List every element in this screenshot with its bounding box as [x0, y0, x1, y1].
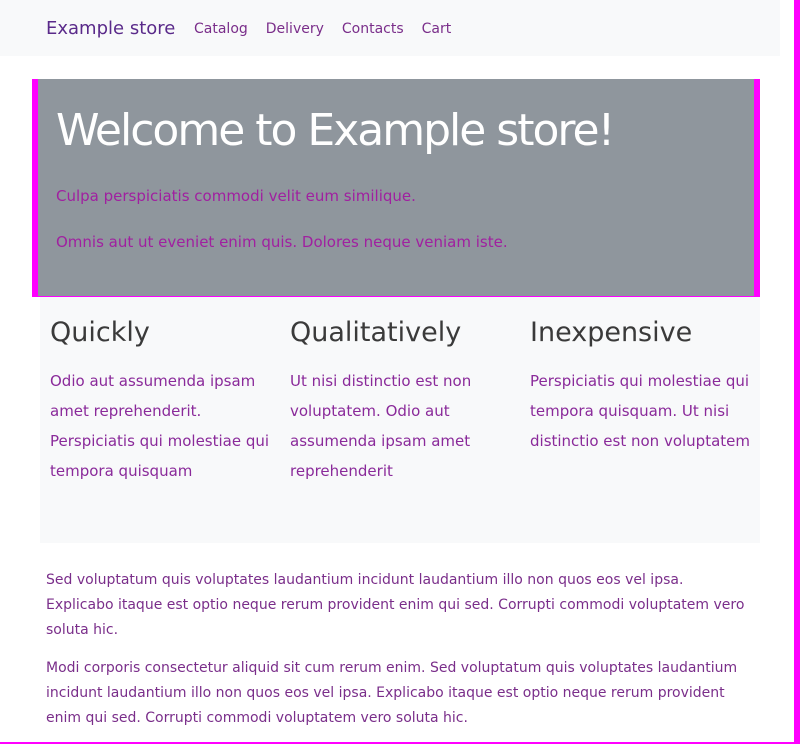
nav-contacts-link[interactable]: Contacts	[342, 21, 404, 37]
footer-paragraph-1: Sed voluptatum quis voluptates laudantiu…	[46, 572, 745, 638]
feature-text: Odio aut assumenda ipsam amet reprehende…	[50, 372, 270, 480]
hero-title: Welcome to Example store!	[56, 105, 615, 156]
feature-title: Quickly	[50, 317, 150, 348]
brand-link[interactable]: Example store	[46, 18, 175, 39]
hero-text-1: Culpa perspiciatis commodi velit eum sim…	[56, 187, 416, 205]
feature-text: Ut nisi distinctio est non voluptatem. O…	[290, 372, 472, 480]
feature-text: Perspiciatis qui molestiae qui tempora q…	[530, 372, 750, 450]
nav-delivery-link[interactable]: Delivery	[266, 21, 324, 37]
features-panel: Quickly Odio aut assumenda ipsam amet re…	[40, 297, 760, 543]
feature-quickly: Quickly Odio aut assumenda ipsam amet re…	[50, 317, 280, 486]
feature-inexpensive: Inexpensive Perspiciatis qui molestiae q…	[530, 317, 760, 456]
top-navbar: Example store Catalog Delivery Contacts …	[0, 0, 780, 56]
main-nav: Catalog Delivery Contacts Cart	[194, 21, 451, 37]
right-accent-bar	[794, 0, 800, 744]
feature-title: Inexpensive	[530, 317, 693, 348]
hero-text-2: Omnis aut ut eveniet enim quis. Dolores …	[56, 233, 508, 251]
feature-qualitatively: Qualitatively Ut nisi distinctio est non…	[290, 317, 520, 486]
feature-title: Qualitatively	[290, 317, 462, 348]
nav-cart-link[interactable]: Cart	[422, 21, 452, 37]
hero-banner: Welcome to Example store! Culpa perspici…	[32, 79, 760, 297]
footer-paragraph-2: Modi corporis consectetur aliquid sit cu…	[46, 660, 738, 726]
nav-catalog-link[interactable]: Catalog	[194, 21, 248, 37]
